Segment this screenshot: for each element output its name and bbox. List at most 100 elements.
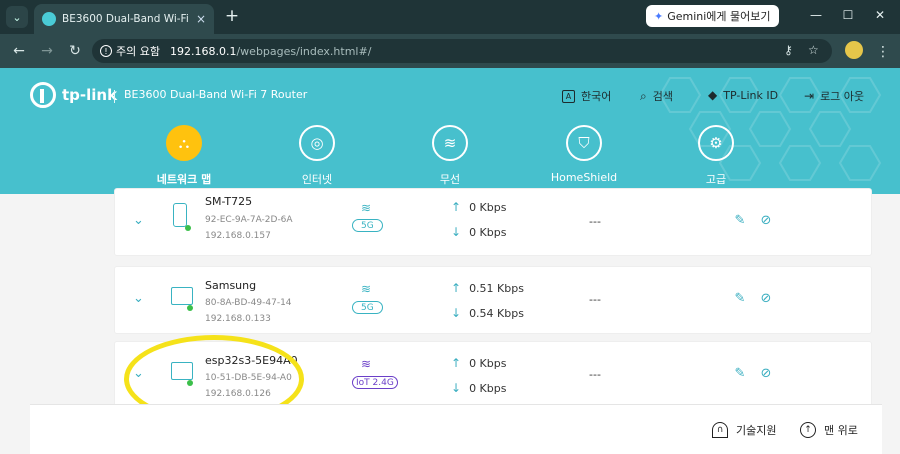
warning-icon: ! [100, 45, 112, 57]
tplink-id-link[interactable]: ◆ TP-Link ID [708, 88, 778, 102]
search-link[interactable]: ⌕ 검색 [640, 88, 673, 104]
language-label: 한국어 [581, 90, 612, 103]
shield-icon: ⛉ [566, 125, 602, 161]
new-tab-button[interactable]: + [222, 6, 242, 26]
upload-arrow-icon: ↑ [451, 200, 462, 214]
online-status-dot [185, 225, 191, 231]
url-path: /webpages/index.html#/ [236, 44, 372, 58]
tab-search-chevron-icon[interactable]: ⌄ [6, 6, 28, 28]
network-map-icon: ⛬ [166, 125, 202, 161]
router-header: tp-link BE3600 Dual-Band Wi-Fi 7 Router … [0, 68, 900, 194]
tech-support-link[interactable]: ∩ 기술지원 [712, 422, 776, 438]
download-speed: ↓ 0 Kbps [451, 381, 506, 395]
monitor-icon [171, 287, 193, 305]
browser-tab-bar: ⌄ BE3600 Dual-Band Wi-Fi 7 Rout × + ✦ Ge… [0, 0, 900, 34]
device-name: SM-T725 [205, 195, 253, 208]
upload-speed: ↑ 0.51 Kbps [451, 281, 524, 295]
upload-arrow-icon: ↑ [451, 356, 462, 370]
wifi-signal-icon: ≋ [361, 201, 372, 215]
security-label: 주의 요함 [116, 45, 160, 58]
nav-internet-label: 인터넷 [301, 173, 333, 186]
edit-icon[interactable]: ✎ [733, 291, 747, 306]
minimize-icon[interactable]: — [808, 8, 824, 22]
gear-icon: ⚙ [698, 125, 734, 161]
online-status-dot [187, 305, 193, 311]
band-badge: IoT 2.4G [352, 376, 398, 389]
wifi-signal-icon: ≋ [361, 282, 372, 296]
upload-speed-value: 0 Kbps [469, 200, 507, 214]
router-model: BE3600 Dual-Band Wi-Fi 7 Router [124, 88, 308, 101]
arrow-up-icon: ↑ [800, 422, 816, 438]
block-icon[interactable]: ⊘ [759, 366, 773, 381]
gemini-sparkle-icon: ✦ [654, 9, 664, 23]
block-icon[interactable]: ⊘ [759, 291, 773, 306]
logout-icon: ⇥ [804, 89, 815, 103]
device-mac: 92-EC-9A-7A-2D-6A [205, 215, 293, 225]
edit-icon[interactable]: ✎ [733, 213, 747, 228]
close-window-icon[interactable]: ✕ [872, 8, 888, 22]
device-ip: 192.168.0.157 [205, 231, 271, 241]
expand-chevron-icon[interactable]: ⌄ [133, 291, 144, 306]
tablet-icon [173, 203, 187, 227]
download-speed: ↓ 0.54 Kbps [451, 306, 524, 320]
upload-speed-value: 0.51 Kbps [469, 281, 524, 295]
address-bar: ← → ↻ ! 주의 요함 192.168.0.1 /webpages/inde… [0, 34, 900, 68]
gemini-button[interactable]: ✦ Gemini에게 물어보기 [646, 5, 779, 27]
globe-icon: ◎ [299, 125, 335, 161]
gemini-label: Gemini에게 물어보기 [667, 10, 771, 23]
device-extra: --- [589, 293, 601, 306]
wifi-signal-icon: ≋ [361, 357, 372, 371]
nav-homeshield[interactable]: ⛉ HomeShield [534, 125, 634, 184]
back-to-top-label: 맨 위로 [824, 424, 858, 437]
url-input[interactable]: ! 주의 요함 192.168.0.1 /webpages/index.html… [92, 39, 832, 63]
wifi-icon: ≋ [432, 125, 468, 161]
password-key-icon[interactable]: ⚷ [784, 43, 793, 57]
bookmark-star-icon[interactable]: ☆ [808, 43, 819, 57]
nav-advanced-label: 고급 [705, 173, 727, 186]
tplink-id-icon: ◆ [708, 88, 718, 102]
upload-speed: ↑ 0 Kbps [451, 200, 506, 214]
upload-speed-value: 0 Kbps [469, 356, 507, 370]
download-arrow-icon: ↓ [451, 306, 462, 320]
tplink-logo-icon [30, 82, 56, 108]
tab-title: BE3600 Dual-Band Wi-Fi 7 Rout [62, 13, 190, 25]
device-name: Samsung [205, 279, 257, 292]
download-arrow-icon: ↓ [451, 381, 462, 395]
device-extra: --- [589, 215, 601, 228]
download-arrow-icon: ↓ [451, 225, 462, 239]
download-speed-value: 0 Kbps [469, 225, 507, 239]
logout-link[interactable]: ⇥ 로그 아웃 [804, 88, 864, 104]
language-link[interactable]: A 한국어 [562, 88, 611, 104]
block-icon[interactable]: ⊘ [759, 213, 773, 228]
language-icon: A [562, 89, 575, 103]
tab-close-icon[interactable]: × [196, 12, 206, 26]
expand-chevron-icon[interactable]: ⌄ [133, 213, 144, 228]
nav-network-map[interactable]: ⛬ 네트워크 맵 [134, 125, 234, 187]
edit-icon[interactable]: ✎ [733, 366, 747, 381]
security-warning[interactable]: ! 주의 요함 [100, 43, 160, 59]
upload-arrow-icon: ↑ [451, 281, 462, 295]
nav-internet[interactable]: ◎ 인터넷 [267, 125, 367, 187]
profile-avatar[interactable] [845, 41, 863, 59]
tplink-logo[interactable]: tp-link [30, 82, 117, 108]
tab-favicon-icon [42, 12, 56, 26]
tplink-id-label: TP-Link ID [723, 88, 779, 102]
logout-label: 로그 아웃 [820, 90, 865, 103]
band-badge: 5G [352, 219, 383, 232]
nav-advanced[interactable]: ⚙ 고급 [666, 125, 766, 187]
nav-wireless[interactable]: ≋ 무선 [400, 125, 500, 187]
browser-menu-icon[interactable]: ⋮ [876, 44, 890, 60]
reload-icon[interactable]: ↻ [66, 42, 84, 60]
browser-tab[interactable]: BE3600 Dual-Band Wi-Fi 7 Rout × [34, 4, 214, 34]
nav-wireless-label: 무선 [439, 173, 461, 186]
back-arrow-icon[interactable]: ← [10, 42, 28, 60]
back-to-top-link[interactable]: ↑ 맨 위로 [800, 422, 858, 438]
upload-speed: ↑ 0 Kbps [451, 356, 506, 370]
maximize-icon[interactable]: ☐ [840, 8, 856, 22]
tech-support-label: 기술지원 [736, 424, 777, 437]
brand-name: tp-link [62, 86, 118, 104]
device-card: ⌄ Samsung 80-8A-BD-49-47-14 192.168.0.13… [114, 266, 872, 334]
forward-arrow-icon[interactable]: → [38, 42, 56, 60]
search-icon: ⌕ [640, 88, 647, 103]
logo-divider [114, 90, 115, 103]
